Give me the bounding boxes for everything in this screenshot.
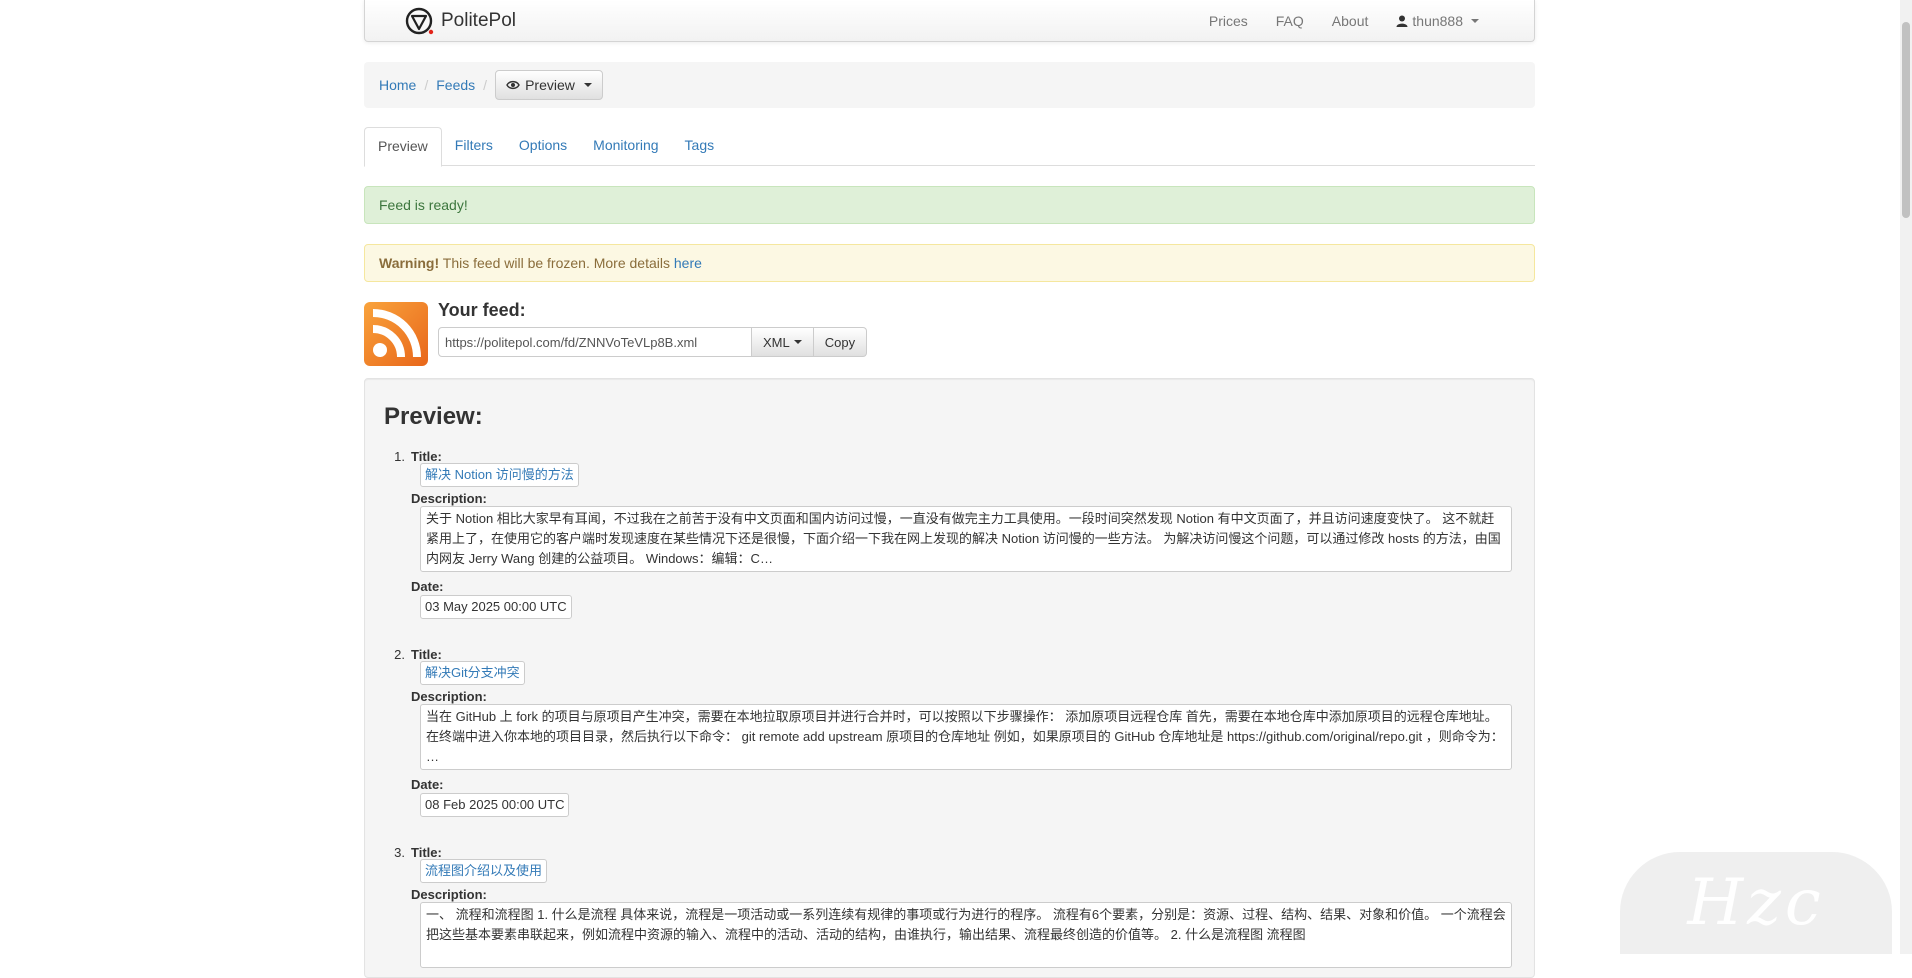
breadcrumb-separator: / (424, 77, 429, 93)
user-menu[interactable]: thun888 (1396, 13, 1479, 29)
breadcrumb-feeds-link[interactable]: Feeds (436, 77, 475, 93)
format-caret-icon (793, 340, 802, 344)
breadcrumb: Home / Feeds / Preview (364, 62, 1535, 108)
watermark-text: Hzc (1687, 866, 1825, 940)
title-label: Title: (411, 449, 442, 464)
rss-icon (364, 302, 428, 366)
eye-icon (506, 80, 520, 90)
title-label: Title: (411, 845, 442, 860)
description-label: Description: (411, 887, 487, 902)
brand-name: PolitePol (441, 10, 516, 31)
tab-tags[interactable]: Tags (672, 127, 728, 166)
item-title[interactable]: 流程图介绍以及使用 (420, 859, 548, 883)
item-description: 一、 流程和流程图 1. 什么是流程 具体来说，流程是一项活动或一系列连续有规律… (420, 902, 1512, 968)
feed-url-input[interactable] (438, 327, 752, 357)
brand[interactable]: PolitePol (405, 6, 516, 36)
your-feed-label: Your feed: (438, 300, 526, 320)
warning-text: This feed will be frozen. More details (439, 255, 674, 271)
scrollbar-thumb[interactable] (1902, 22, 1910, 218)
item-number: 3. (394, 845, 405, 860)
tab-monitoring[interactable]: Monitoring (580, 127, 671, 166)
item-number: 1. (394, 449, 405, 464)
item-number: 2. (394, 647, 405, 662)
feed-ready-text: Feed is ready! (379, 197, 468, 213)
page-scrollbar[interactable] (1900, 0, 1912, 954)
tab-filters[interactable]: Filters (442, 127, 506, 166)
breadcrumb-home-link[interactable]: Home (379, 77, 416, 93)
item-title[interactable]: 解决Git分支冲突 (420, 661, 525, 685)
navbar: PolitePol Prices FAQ About thun888 (364, 0, 1535, 42)
item-title[interactable]: 解决 Notion 访问慢的方法 (420, 463, 579, 487)
preview-caret-icon (583, 83, 592, 87)
date-label: Date: (411, 777, 444, 792)
description-label: Description: (411, 491, 487, 506)
nav-links: Prices FAQ About thun888 (1209, 0, 1479, 42)
breadcrumb-separator: / (483, 77, 488, 93)
warning-strong: Warning! (379, 255, 440, 271)
feed-ready-alert: Feed is ready! (364, 186, 1535, 224)
item-description: 当在 GitHub 上 fork 的项目与原项目产生冲突，需要在本地拉取原项目并… (420, 704, 1512, 770)
item-date: 08 Feb 2025 00:00 UTC (420, 793, 570, 817)
nav-prices-link[interactable]: Prices (1209, 13, 1248, 29)
preview-dropdown-label: Preview (525, 77, 575, 93)
feed-tabs: Preview Filters Options Monitoring Tags (364, 127, 1535, 167)
item-date: 03 May 2025 00:00 UTC (420, 595, 572, 619)
item-description: 关于 Notion 相比大家早有耳闻，不过我在之前苦于没有中文页面和国内访问过慢… (420, 506, 1512, 572)
preview-dropdown-button[interactable]: Preview (495, 70, 603, 100)
user-menu-caret-icon (1471, 19, 1479, 23)
date-label: Date: (411, 579, 444, 594)
politepol-logo-icon (405, 6, 435, 36)
preview-heading: Preview: (384, 403, 483, 430)
tab-preview[interactable]: Preview (364, 127, 442, 167)
description-label: Description: (411, 689, 487, 704)
user-name: thun888 (1412, 13, 1463, 29)
nav-faq-link[interactable]: FAQ (1276, 13, 1304, 29)
watermark: Hzc (1620, 852, 1892, 954)
warning-details-link[interactable]: here (674, 255, 702, 271)
feed-url-group: XML Copy (438, 327, 868, 357)
copy-button[interactable]: Copy (813, 327, 868, 357)
preview-panel: Preview: 1. Title: 解决 Notion 访问慢的方法 Desc… (364, 378, 1535, 978)
format-label: XML (763, 334, 790, 350)
nav-about-link[interactable]: About (1332, 13, 1369, 29)
tab-options[interactable]: Options (506, 127, 580, 166)
format-dropdown-button[interactable]: XML (752, 327, 814, 357)
user-icon (1396, 15, 1408, 27)
frozen-warning-alert: Warning! This feed will be frozen. More … (364, 244, 1535, 282)
title-label: Title: (411, 647, 442, 662)
